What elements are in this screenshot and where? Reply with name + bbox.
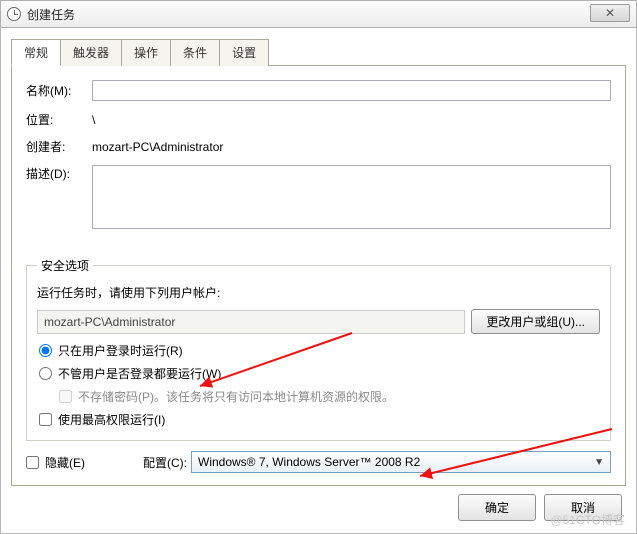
name-label: 名称(M):	[26, 82, 92, 99]
radio-whether-logged-on-label: 不管用户是否登录都要运行(W)	[58, 365, 221, 382]
creator-value: mozart-PC\Administrator	[92, 140, 223, 154]
radio-whether-logged-on[interactable]	[39, 367, 52, 380]
tab-settings[interactable]: 设置	[219, 39, 269, 66]
tab-strip: 常规 触发器 操作 条件 设置	[11, 38, 626, 66]
change-user-button[interactable]: 更改用户或组(U)...	[471, 309, 600, 334]
cancel-button[interactable]: 取消	[544, 494, 622, 521]
radio-only-logged-on-label: 只在用户登录时运行(R)	[58, 342, 183, 359]
description-input[interactable]	[92, 165, 611, 229]
close-button[interactable]: ✕	[590, 4, 630, 22]
checkbox-no-store-password	[59, 390, 72, 403]
location-label: 位置:	[26, 111, 92, 128]
clock-icon	[7, 7, 21, 21]
ok-button[interactable]: 确定	[458, 494, 536, 521]
security-group: 安全选项 运行任务时，请使用下列用户帐户: mozart-PC\Administ…	[26, 257, 611, 441]
security-legend: 安全选项	[37, 257, 93, 274]
tab-conditions[interactable]: 条件	[170, 39, 220, 66]
run-as-user: mozart-PC\Administrator	[37, 310, 465, 334]
title-bar: 创建任务 ✕	[0, 0, 637, 28]
checkbox-hidden[interactable]	[26, 456, 39, 469]
tab-general[interactable]: 常规	[11, 39, 61, 66]
creator-label: 创建者:	[26, 138, 92, 155]
tab-content-general: 名称(M): 位置: \ 创建者: mozart-PC\Administrato…	[11, 66, 626, 486]
run-as-label: 运行任务时，请使用下列用户帐户:	[37, 284, 220, 301]
checkbox-highest-priv[interactable]	[39, 413, 52, 426]
checkbox-highest-priv-label: 使用最高权限运行(I)	[58, 411, 165, 428]
tab-triggers[interactable]: 触发器	[60, 39, 122, 66]
configure-for-value: Windows® 7, Windows Server™ 2008 R2	[198, 455, 420, 469]
description-label: 描述(D):	[26, 165, 92, 182]
radio-only-logged-on[interactable]	[39, 344, 52, 357]
tab-actions[interactable]: 操作	[121, 39, 171, 66]
location-value: \	[92, 113, 95, 127]
configure-for-label: 配置(C):	[143, 454, 187, 471]
window-body: 常规 触发器 操作 条件 设置 名称(M): 位置: \ 创建者: mozart…	[0, 28, 637, 534]
checkbox-no-store-password-label: 不存储密码(P)。该任务将只有访问本地计算机资源的权限。	[78, 388, 394, 405]
close-icon: ✕	[605, 6, 615, 20]
checkbox-hidden-label: 隐藏(E)	[45, 454, 85, 471]
configure-for-combo[interactable]: Windows® 7, Windows Server™ 2008 R2 ▼	[191, 451, 611, 473]
window-title: 创建任务	[27, 6, 75, 23]
chevron-down-icon: ▼	[594, 457, 604, 468]
name-input[interactable]	[92, 80, 611, 101]
